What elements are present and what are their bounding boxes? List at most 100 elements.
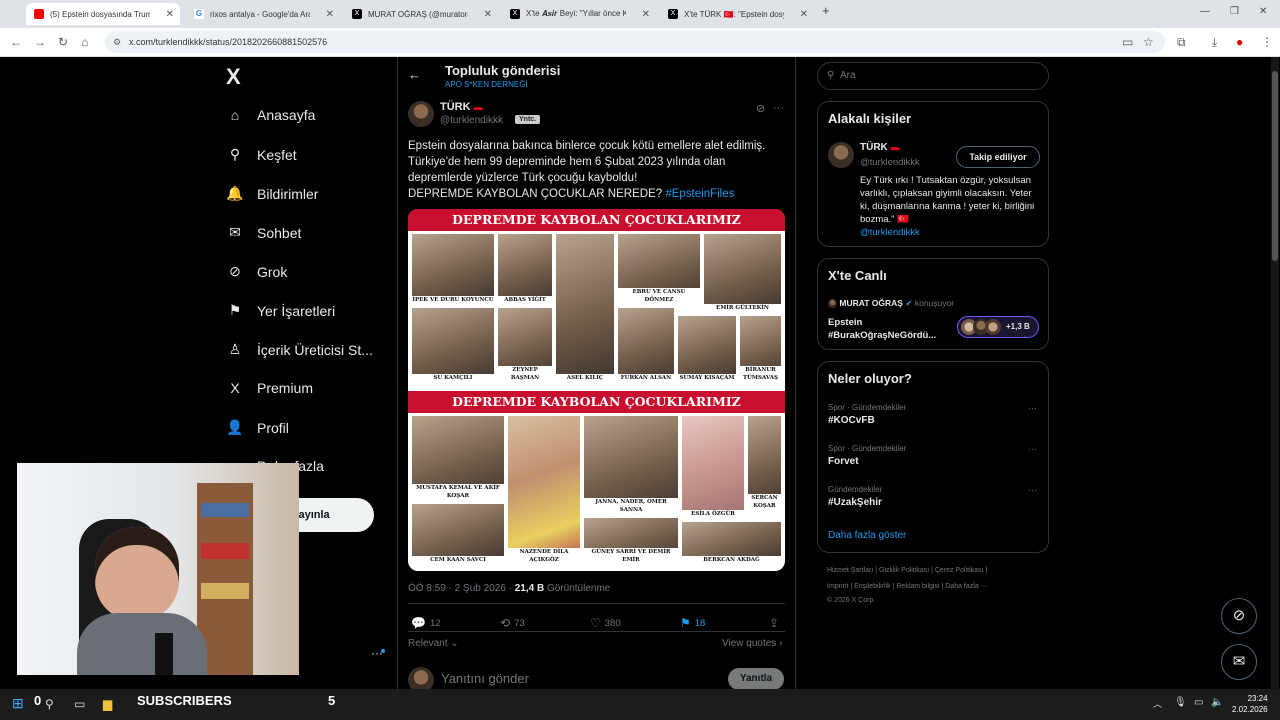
back-arrow-icon[interactable]: ← — [408, 67, 421, 82]
new-tab-icon[interactable]: + — [822, 3, 830, 18]
trend-item[interactable]: Forvet — [828, 456, 859, 467]
more-icon[interactable]: ··· — [1028, 444, 1037, 454]
microphone-icon[interactable]: 🎙 — [1174, 697, 1187, 708]
child-photo: EBRU VE CANSU DÖNMEZ — [617, 233, 701, 305]
messages-fab[interactable]: ✉ — [1221, 644, 1257, 680]
search-input[interactable]: ⚲ Ara — [817, 62, 1049, 90]
view-quotes-link[interactable]: View quotes › — [722, 638, 782, 649]
sidebar-item-creator-studio[interactable]: ♙ İçerik Üreticisi St... — [226, 341, 373, 358]
browser-tab[interactable]: X X'te 𝑨𝒔𝒊𝒓 Beyi: "Yıllar önce Ku ✕ — [502, 3, 656, 25]
volume-icon[interactable]: 🔈 — [1211, 697, 1223, 708]
close-tab-icon[interactable]: ✕ — [642, 9, 650, 20]
show-more-link[interactable]: Daha fazla göster — [828, 530, 906, 541]
grok-icon: ⊘ — [1232, 607, 1246, 624]
address-bar[interactable]: ⚙ x.com/turklendikkk/status/201820266088… — [105, 31, 1165, 53]
child-photo: CEM KAAN SAVCI — [411, 503, 505, 565]
more-icon[interactable]: ··· — [1028, 485, 1037, 495]
live-join-button[interactable]: +1,3 B — [957, 316, 1039, 338]
live-host[interactable]: MURAT OĞRAŞ ✔ konuşuyor — [828, 298, 954, 309]
image-banner: DEPREMDE KAYBOLAN ÇOCUKLARIMIZ — [408, 209, 785, 231]
tweet-meta: ÖÖ 8:59 · 2 Şub 2026 · 21,4 B Görüntülen… — [408, 583, 611, 594]
card-title: X'te Canlı — [828, 268, 887, 283]
bookmark-button[interactable]: ⚑ 18 — [680, 616, 705, 630]
windows-start-icon[interactable]: ⊞ — [12, 695, 24, 712]
trend-item[interactable]: #KOCvFB — [828, 415, 875, 426]
grok-icon[interactable]: ⊘ — [756, 102, 765, 115]
like-button[interactable]: ♡ 380 — [590, 616, 621, 630]
related-people-card: Alakalı kişiler TÜRK ▬ @turklendikkk Tak… — [817, 101, 1049, 247]
live-topic[interactable]: Epstein #BurakOğraşNeGördü... — [828, 316, 956, 342]
network-icon[interactable]: ▭ — [1194, 697, 1203, 708]
more-icon[interactable]: ··· — [773, 102, 784, 114]
browser-tab[interactable]: X MURAT OĞRAŞ (@muratoras) / X ✕ — [344, 3, 498, 25]
avatar[interactable] — [828, 142, 854, 168]
scrollbar-thumb[interactable] — [1272, 71, 1278, 261]
bookmark-star-icon[interactable]: ☆ — [1143, 35, 1154, 49]
maximize-icon[interactable]: ❐ — [1230, 6, 1239, 17]
webcam-overlay — [17, 463, 299, 675]
close-tab-icon[interactable]: ✕ — [484, 9, 492, 20]
share-button[interactable]: ⇪ — [769, 616, 783, 630]
grok-fab[interactable]: ⊘ — [1221, 598, 1257, 634]
sidebar-item-notifications[interactable]: 🔔 Bildirimler — [226, 185, 318, 202]
sort-dropdown[interactable]: Relevant ⌄ — [408, 638, 459, 649]
sidebar-item-grok[interactable]: ⊘ Grok — [226, 263, 287, 280]
sidebar-item-profile[interactable]: 👤 Profil — [226, 419, 289, 436]
home-icon[interactable]: ⌂ — [81, 35, 88, 49]
reload-icon[interactable]: ↻ — [58, 35, 68, 49]
home-icon: ⌂ — [230, 107, 240, 123]
task-view-icon[interactable]: ▭ — [74, 697, 85, 711]
trend-item[interactable]: #UzakŞehir — [828, 497, 882, 508]
close-tab-icon[interactable]: ✕ — [800, 9, 808, 20]
bookmark-filled-icon: ⚑ — [680, 616, 691, 630]
footer-links[interactable]: Hizmet Şartları | Gizlilik Politikası | … — [827, 567, 987, 574]
download-icon[interactable]: ⤓ — [1212, 35, 1217, 50]
site-info-icon[interactable]: ⚙ — [113, 31, 121, 53]
author-name[interactable]: TÜRK ▬ — [440, 101, 483, 113]
browser-tab[interactable]: G rixos antalya - Google'da Ara ✕ — [186, 3, 340, 25]
forward-icon[interactable]: → — [34, 35, 46, 49]
related-handle[interactable]: @turklendikkk — [860, 157, 920, 168]
repost-button[interactable]: ⟲ 73 — [500, 616, 525, 630]
reply-submit-button[interactable]: Yanıtla — [728, 668, 784, 689]
footer-links[interactable]: Imprint | Erişilebilirlik | Reklam bilgi… — [827, 583, 988, 590]
browser-tab[interactable]: (5) Epstein dosyasında Trump ile ✕ — [26, 3, 180, 25]
x-premium-icon: X — [230, 380, 240, 396]
following-button[interactable]: Takip ediliyor — [956, 146, 1040, 168]
close-tab-icon[interactable]: ✕ — [166, 9, 174, 20]
community-link[interactable]: APO S*KEN DERNEĞİ — [445, 80, 528, 89]
sidebar-item-bookmarks[interactable]: ⚑ Yer İşaretleri — [226, 302, 335, 319]
reply-input[interactable]: Yanıtını gönder — [441, 671, 529, 686]
avatar[interactable] — [408, 101, 434, 127]
sidebar-item-explore[interactable]: ⚲ Keşfet — [226, 146, 297, 163]
author-handle[interactable]: @turklendikkk — [440, 115, 503, 126]
extensions-icon[interactable]: ⧉ — [1177, 35, 1186, 50]
column-divider — [795, 57, 796, 689]
bio-link[interactable]: @turklendikkk — [860, 227, 920, 238]
close-tab-icon[interactable]: ✕ — [326, 9, 334, 20]
search-icon[interactable]: ⚲ — [45, 697, 54, 711]
file-explorer-icon[interactable]: ▆ — [103, 697, 112, 711]
minimize-icon[interactable]: — — [1200, 6, 1210, 17]
more-icon[interactable]: ··· — [1028, 403, 1037, 413]
reply-icon: 💬 — [411, 616, 426, 630]
close-window-icon[interactable]: ✕ — [1259, 6, 1267, 17]
back-icon[interactable]: ← — [10, 35, 22, 49]
tweet-image[interactable]: DEPREMDE KAYBOLAN ÇOCUKLARIMIZ İPEK VE D… — [408, 209, 785, 571]
menu-icon[interactable]: ⋮ — [1261, 35, 1273, 49]
sidebar-item-home[interactable]: ⌂ Anasayfa — [226, 107, 316, 123]
system-clock[interactable]: 23:24 2.02.2026 — [1232, 693, 1268, 715]
avatar — [408, 667, 434, 689]
x-logo-icon[interactable]: X — [226, 64, 241, 90]
profile-icon[interactable]: ● — [1236, 35, 1243, 49]
chevron-up-icon[interactable]: ︿ — [1153, 697, 1162, 710]
related-name[interactable]: TÜRK ▬ — [860, 142, 900, 153]
cast-icon[interactable]: ▭ — [1122, 35, 1133, 49]
account-more-icon[interactable]: ··· — [371, 646, 383, 660]
reply-button[interactable]: 💬 12 — [411, 616, 441, 630]
sidebar-item-chat[interactable]: ✉ Sohbet — [226, 224, 301, 241]
hashtag-link[interactable]: #EpsteinFiles — [665, 188, 734, 200]
browser-tab[interactable]: X X'te TÜRK 🇹🇷: "Epstein dosyaları ✕ — [660, 3, 814, 25]
child-photo: ESİLA ÖZGÜR — [681, 415, 745, 519]
sidebar-item-premium[interactable]: X Premium — [226, 380, 313, 396]
